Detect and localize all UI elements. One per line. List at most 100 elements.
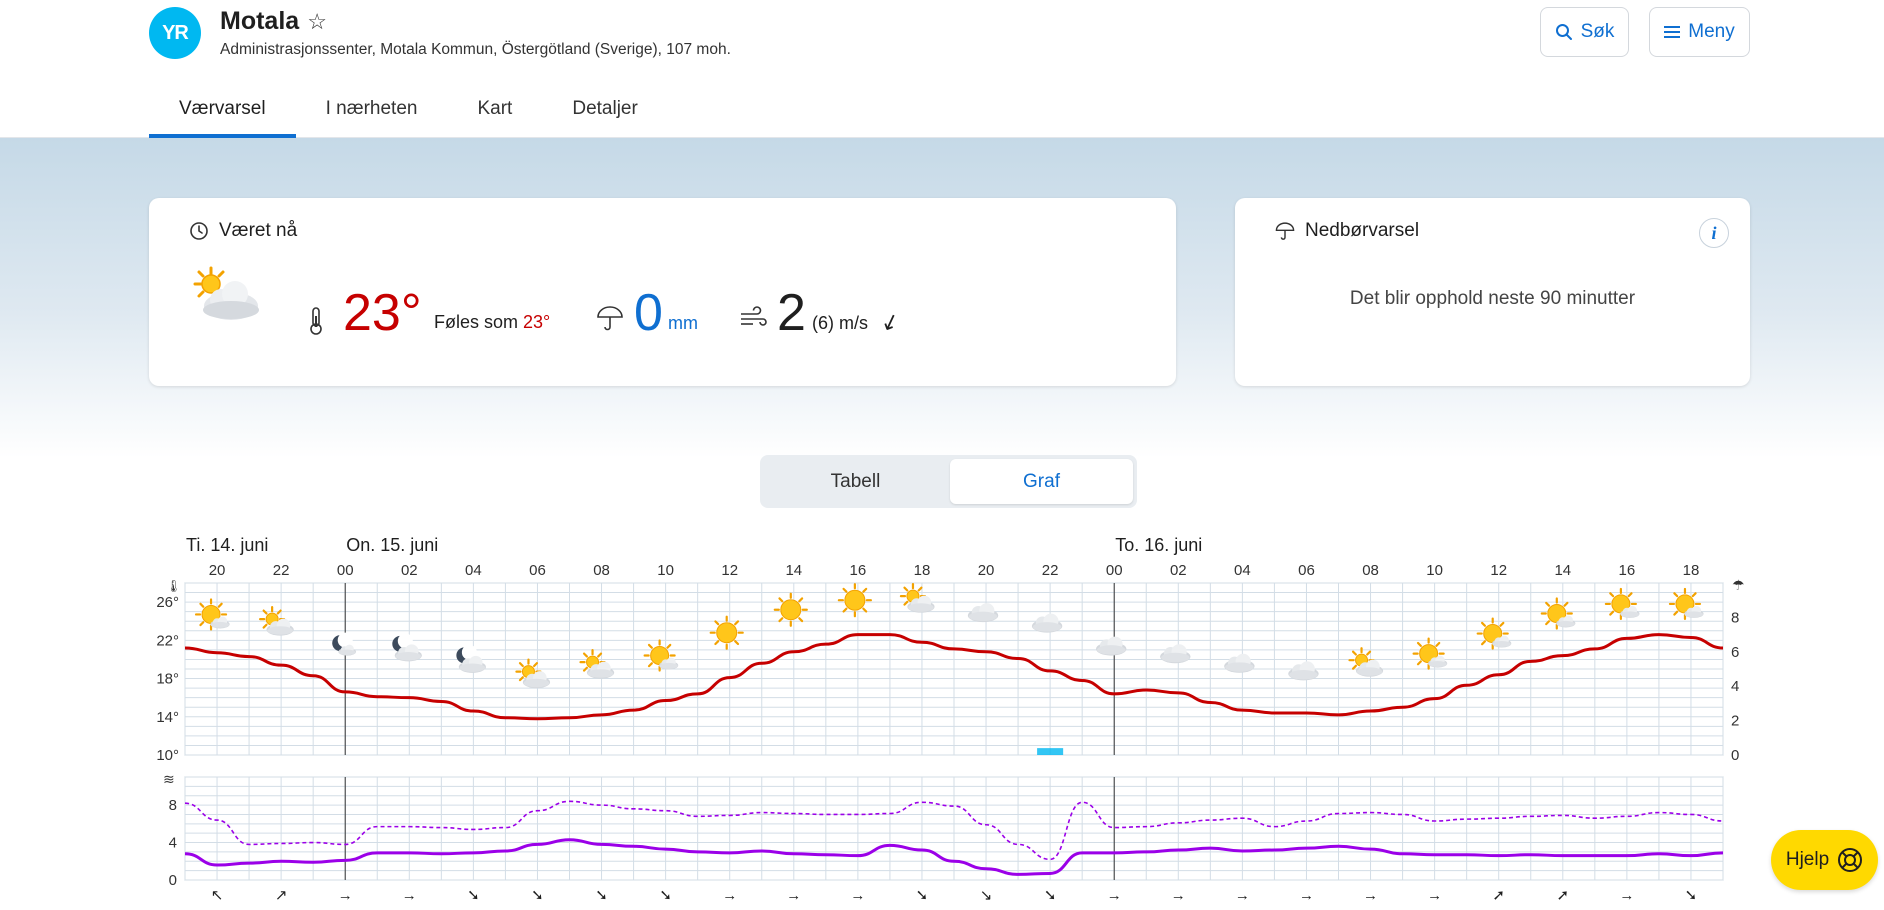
umbrella-icon: ☂ xyxy=(1732,577,1745,593)
current-precipitation: 0 xyxy=(634,284,663,342)
star-icon[interactable]: ☆ xyxy=(307,9,327,35)
hour-tick-label: 14 xyxy=(1554,562,1571,579)
location-name: Motala xyxy=(220,7,300,35)
info-button[interactable]: i xyxy=(1699,218,1729,248)
hour-tick-label: 20 xyxy=(978,562,995,579)
tab-i-naerheten[interactable]: I nærheten xyxy=(296,90,448,138)
wind-direction-arrow-icon: ↙ xyxy=(877,306,903,337)
wind-direction-arrow-icon: → xyxy=(1619,887,1634,904)
wind-direction-arrow-icon: ↖ xyxy=(211,887,224,904)
precipitation-tick-label: 8 xyxy=(1731,609,1739,626)
search-label: Søk xyxy=(1580,21,1615,42)
wind-direction-arrow-icon: ➚ xyxy=(1492,887,1505,904)
hour-tick-label: 14 xyxy=(785,562,802,579)
table-view-button[interactable]: Tabell xyxy=(764,459,947,504)
wind-direction-arrow-icon: ➘ xyxy=(659,887,672,904)
precipitation-tick-label: 6 xyxy=(1731,644,1739,661)
hour-tick-label: 08 xyxy=(1362,562,1379,579)
wind-direction-arrow-icon: ➚ xyxy=(1557,887,1570,904)
wind-tick-label: 4 xyxy=(169,835,177,852)
wind-direction-arrow-icon: → xyxy=(1427,887,1442,904)
forecast-graph: Ti. 14. juni On. 15. juni To. 16. juni 20 22… xyxy=(156,535,1745,904)
tab-vaervarsel[interactable]: Værvarsel xyxy=(149,90,296,138)
hour-tick-label: 18 xyxy=(914,562,931,579)
search-button[interactable]: Søk xyxy=(1540,7,1629,57)
wind-direction-arrow-icon: ➘ xyxy=(1685,887,1698,904)
hour-tick-label: 02 xyxy=(1170,562,1187,579)
hour-tick-label: 06 xyxy=(529,562,546,579)
current-temperature: 23° xyxy=(343,284,422,342)
hour-tick-label: 00 xyxy=(1106,562,1123,579)
wind-icon xyxy=(741,306,767,326)
wind-direction-arrow-icon: ➘ xyxy=(467,887,480,904)
sun-icon xyxy=(837,583,872,618)
precipitation-heading: Nedbørvarsel xyxy=(1275,220,1419,242)
hamburger-icon xyxy=(1664,26,1681,38)
wind-tick-label: 8 xyxy=(169,797,177,814)
partly-cloudy-day-icon xyxy=(193,266,259,320)
hour-tick-label: 02 xyxy=(401,562,418,579)
wind-direction-arrow-icon: ↘ xyxy=(980,887,993,904)
hour-tick-label: 12 xyxy=(721,562,738,579)
wind-direction-arrow-icon: ➘ xyxy=(1044,887,1057,904)
hour-tick-label: 00 xyxy=(337,562,354,579)
lifebuoy-icon xyxy=(1838,848,1863,872)
hour-tick-label: 06 xyxy=(1298,562,1315,579)
wind-direction-arrow-icon: → xyxy=(850,887,865,904)
wind-direction-arrow-icon: → xyxy=(786,887,801,904)
sun-icon xyxy=(709,615,744,650)
hour-tick-label: 18 xyxy=(1683,562,1700,579)
hour-tick-label: 16 xyxy=(1619,562,1636,579)
wind-direction-arrow-icon: → xyxy=(1107,887,1122,904)
clock-icon xyxy=(190,222,208,240)
current-weather-title: Været nå xyxy=(219,220,298,241)
wind-direction-arrow-icon: → xyxy=(1171,887,1186,904)
view-toggle: Tabell Graf xyxy=(760,455,1137,508)
precipitation-tick-label: 4 xyxy=(1731,678,1739,695)
wind-direction-arrow-icon: ➘ xyxy=(595,887,608,904)
temperature-tick-label: 14° xyxy=(156,709,179,726)
wind-direction-arrow-icon: ➘ xyxy=(531,887,544,904)
feels-like-value: 23° xyxy=(523,312,551,332)
wind-direction-arrow-icon: → xyxy=(402,887,417,904)
feels-like-label: Føles som xyxy=(434,312,519,332)
temperature-tick-label: 18° xyxy=(156,671,179,688)
wind-direction-arrow-icon: → xyxy=(722,887,737,904)
temperature-tick-label: 22° xyxy=(156,632,179,649)
hour-tick-label: 16 xyxy=(850,562,867,579)
thermometer-icon: 🌡 xyxy=(166,579,181,593)
hour-tick-label: 04 xyxy=(1234,562,1251,579)
search-icon xyxy=(1555,24,1572,40)
day-label: To. 16. juni xyxy=(1115,535,1202,555)
day-label: On. 15. juni xyxy=(346,535,438,555)
menu-button[interactable]: Meny xyxy=(1649,7,1750,57)
graph-view-button[interactable]: Graf xyxy=(950,459,1133,504)
precipitation-tick-label: 0 xyxy=(1731,747,1739,764)
wind-direction-arrow-icon: → xyxy=(338,887,353,904)
wind-tick-label: 0 xyxy=(169,872,177,889)
hour-tick-label: 22 xyxy=(273,562,290,579)
wind-gust-detail: (6) m/s xyxy=(812,313,868,333)
main-tabs: Værvarsel I nærheten Kart Detaljer xyxy=(149,90,668,138)
day-label: Ti. 14. juni xyxy=(186,535,268,555)
hour-tick-label: 12 xyxy=(1490,562,1507,579)
tab-detaljer[interactable]: Detaljer xyxy=(542,90,667,138)
current-weather-heading: Været nå xyxy=(189,220,297,242)
hour-tick-label: 22 xyxy=(1042,562,1059,579)
current-wind-speed: 2 xyxy=(777,284,806,342)
location-subtitle: Administrasjonssenter, Motala Kommun, Ös… xyxy=(220,41,731,58)
yr-logo-icon[interactable]: YR xyxy=(149,7,201,59)
help-label: Hjelp xyxy=(1785,849,1830,870)
wind-icon: ≋ xyxy=(163,771,175,787)
precipitation-unit: mm xyxy=(668,313,698,333)
wind-direction-arrow-icon: → xyxy=(1363,887,1378,904)
precipitation-message: Det blir opphold neste 90 minutter xyxy=(1349,288,1636,309)
temperature-tick-label: 26° xyxy=(156,594,179,611)
help-button[interactable]: Hjelp xyxy=(1771,830,1878,890)
wind-direction-arrow-icon: → xyxy=(1299,887,1314,904)
umbrella-icon xyxy=(1275,222,1295,240)
current-weather-card: Været nå 23° Føles som 23° 0 mm 2 (6) m/… xyxy=(149,198,1176,386)
tab-kart[interactable]: Kart xyxy=(447,90,542,138)
hour-tick-label: 04 xyxy=(465,562,482,579)
precipitation-bar xyxy=(1037,748,1064,755)
